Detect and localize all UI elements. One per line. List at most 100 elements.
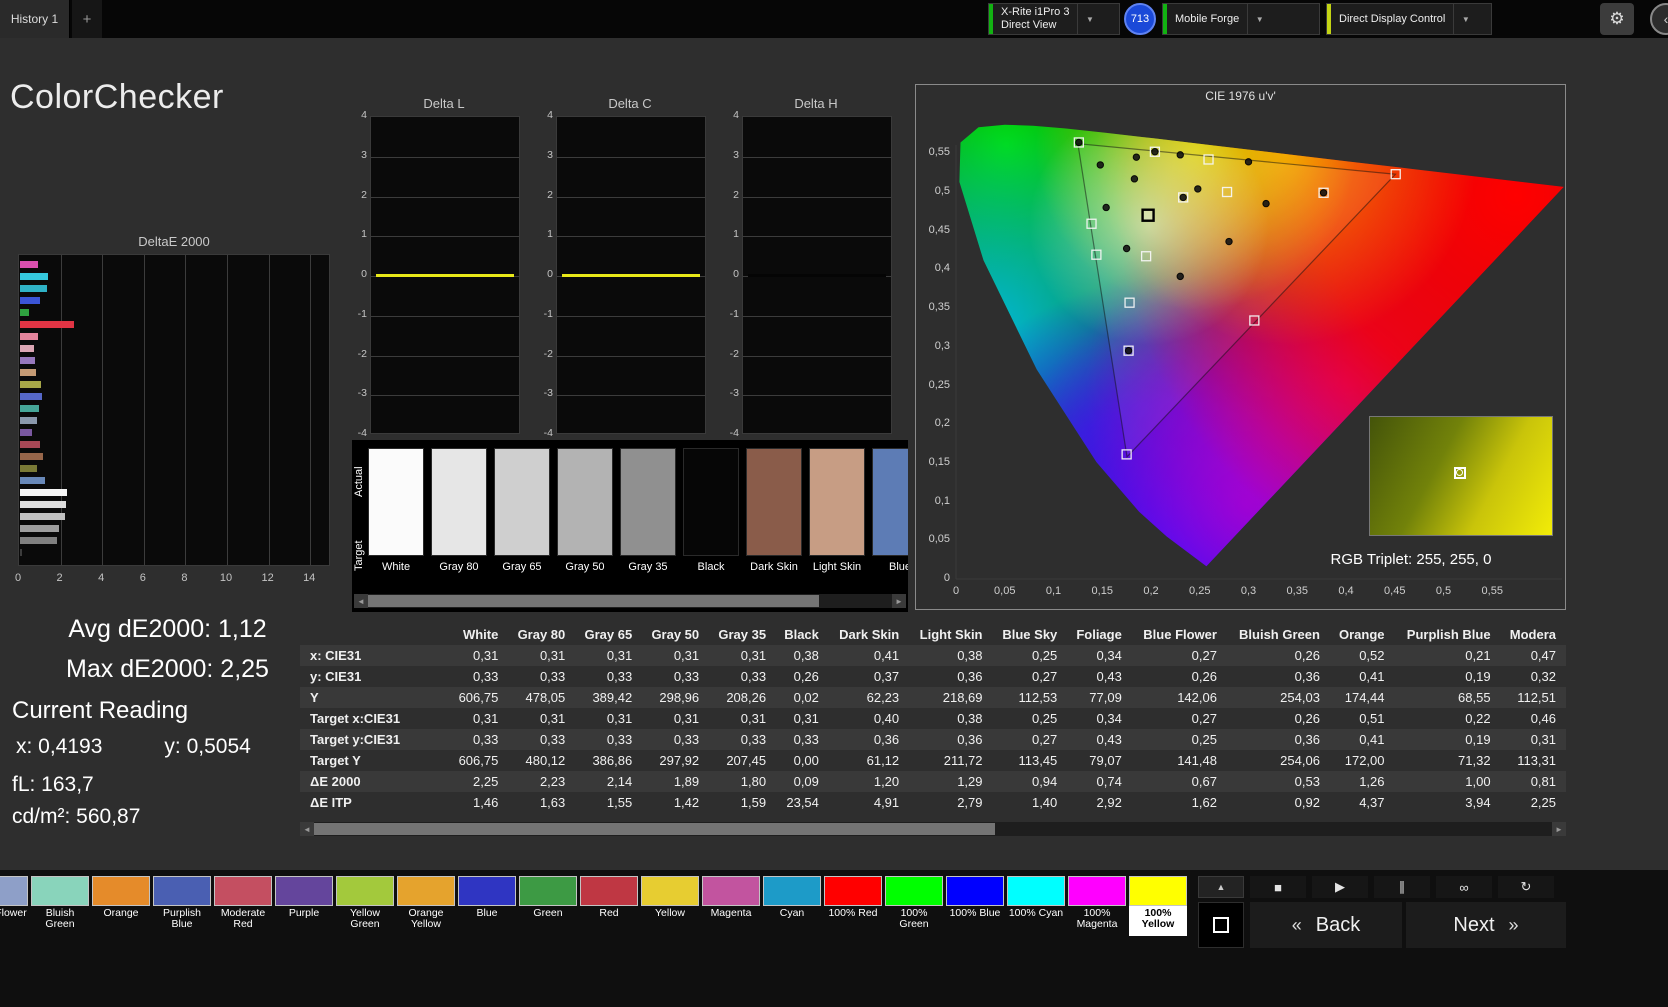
- scrollbar-thumb[interactable]: [368, 595, 819, 607]
- plus-icon: +: [82, 10, 92, 28]
- table-cell: 606,75: [458, 753, 499, 768]
- table-cell: 0,33: [673, 732, 700, 747]
- collapse-patch-bar-button[interactable]: ▲: [1198, 876, 1244, 898]
- table-cell: 480,12: [525, 753, 566, 768]
- table-cell: 0,31: [539, 648, 566, 663]
- scrollbar-track[interactable]: [314, 822, 1552, 836]
- cie-x-tick: 0,2: [1143, 585, 1159, 597]
- patch-red[interactable]: Red: [580, 876, 638, 936]
- chevron-down-icon[interactable]: ▼: [1247, 4, 1271, 34]
- settings-gear-button[interactable]: ⚙: [1600, 3, 1634, 35]
- play-button[interactable]: ▶: [1312, 876, 1368, 898]
- table-row: Target x:CIE31 0,31 0,31 0,31 0,31 0,31 0,31 0,…: [300, 708, 1566, 729]
- patch-purplish-blue[interactable]: Purplish Blue: [153, 876, 211, 936]
- table-cell: 0,36: [957, 732, 983, 747]
- table-cell: 0,92: [1294, 795, 1320, 810]
- continuous-button[interactable]: ∞: [1436, 876, 1492, 898]
- display-control-label: Direct Display Control: [1339, 12, 1446, 25]
- patch-moderate-red[interactable]: Moderate Red: [214, 876, 272, 936]
- history-tab[interactable]: History 1: [0, 0, 70, 38]
- patch-magenta[interactable]: Magenta: [702, 876, 760, 936]
- patch-cyan[interactable]: Cyan: [763, 876, 821, 936]
- patch-100-blue[interactable]: 100% Blue: [946, 876, 1004, 936]
- scroll-left-button[interactable]: ◄: [300, 822, 314, 836]
- patch-100-yellow[interactable]: 100% Yellow: [1129, 876, 1187, 936]
- swatch-blue[interactable]: Blue: [872, 448, 908, 573]
- patch-color: [275, 876, 333, 906]
- chevron-down-icon[interactable]: ▼: [1077, 4, 1101, 34]
- cie-x-tick: 0,3: [1240, 585, 1257, 597]
- deltae-bar: [20, 333, 38, 340]
- scroll-right-button[interactable]: ►: [1552, 822, 1566, 836]
- patch-100-red[interactable]: 100% Red: [824, 876, 882, 936]
- swatch-light-skin[interactable]: Light Skin: [809, 448, 865, 573]
- patch-color: [946, 876, 1004, 906]
- patch-orange-yellow[interactable]: Orange Yellow: [397, 876, 455, 936]
- table-cell: 0,31: [793, 711, 819, 726]
- chevron-down-icon[interactable]: ▼: [1453, 4, 1477, 34]
- current-x: x: 0,4193: [16, 735, 103, 758]
- delta-axis-tick: 3: [361, 148, 367, 161]
- next-button[interactable]: Next »: [1406, 902, 1566, 948]
- swatch-black[interactable]: Black: [683, 448, 739, 573]
- swatch-dark-skin[interactable]: Dark Skin: [746, 448, 802, 573]
- delta-axis-tick: 4: [361, 109, 367, 121]
- patch-yellow[interactable]: Yellow: [641, 876, 699, 936]
- table-row: y: CIE31 0,33 0,33 0,33 0,33 0,33 0,26 0,37 0,36…: [300, 666, 1566, 687]
- patch-100-green[interactable]: 100% Green: [885, 876, 943, 936]
- patch-orange[interactable]: Orange: [92, 876, 150, 936]
- table-col-purplish-blue: Purplish Blue: [1406, 627, 1491, 642]
- cie-y-tick: 0,25: [928, 378, 950, 391]
- swatch-label: Black: [697, 561, 725, 573]
- table-cell: 1,42: [673, 795, 700, 810]
- collapse-panel-button[interactable]: ‹: [1650, 3, 1668, 35]
- table-cell: 0,25: [1031, 711, 1058, 726]
- back-button[interactable]: « Back: [1250, 902, 1402, 948]
- scroll-right-button[interactable]: ►: [892, 594, 906, 608]
- scroll-left-button[interactable]: ◄: [354, 594, 368, 608]
- swatch-gray-65[interactable]: Gray 65: [494, 448, 550, 573]
- delta-axis-tick: 1: [361, 228, 367, 241]
- gridline: [557, 236, 705, 238]
- cie-x-tick: 0,5: [1435, 585, 1452, 597]
- delta-h-chart: Delta H 4 3 2 1 0 -1 -2 -3 -4: [724, 96, 892, 448]
- patch-100-magenta[interactable]: 100% Magenta: [1068, 876, 1126, 936]
- patch-100-cyan[interactable]: 100% Cyan: [1007, 876, 1065, 936]
- swatch-white[interactable]: White: [368, 448, 424, 573]
- scrollbar-thumb[interactable]: [314, 823, 995, 835]
- table-scrollbar[interactable]: ◄ ►: [300, 822, 1566, 836]
- swatch-gray-50[interactable]: Gray 50: [557, 448, 613, 573]
- deltae-bar: [20, 321, 75, 328]
- swatch-color: [368, 448, 424, 556]
- back-label: Back: [1315, 913, 1361, 936]
- workflow-dropdown[interactable]: Mobile Forge ▼: [1162, 3, 1320, 35]
- swatch-gray-35[interactable]: Gray 35: [620, 448, 676, 573]
- patch-label: Bluish Green: [45, 907, 75, 930]
- measured-marker: [1096, 161, 1105, 169]
- delta-axis-tick: -2: [357, 347, 367, 360]
- swatch-gray-80[interactable]: Gray 80: [431, 448, 487, 573]
- meter-device-dropdown[interactable]: X-Rite i1Pro 3 Direct View ▼: [988, 3, 1120, 35]
- stop-button[interactable]: ■: [1250, 876, 1306, 898]
- swatch-scrollbar[interactable]: ◄ ►: [354, 594, 906, 608]
- swatch-color: [746, 448, 802, 556]
- table-cell: 2,14: [606, 774, 633, 789]
- add-tab-button[interactable]: +: [72, 0, 102, 38]
- chevron-glyph: ▼: [1086, 14, 1094, 24]
- deltae-bar: [20, 285, 47, 292]
- patch-purple[interactable]: Purple: [275, 876, 333, 936]
- display-control-dropdown[interactable]: Direct Display Control ▼: [1326, 3, 1492, 35]
- patch-color: [0, 876, 28, 906]
- stop-pattern-button[interactable]: [1198, 902, 1244, 948]
- scrollbar-track[interactable]: [368, 594, 892, 608]
- table-cell: 0,94: [1031, 774, 1058, 789]
- patch-bluish-green[interactable]: Bluish Green: [31, 876, 89, 936]
- pause-button[interactable]: ∥: [1374, 876, 1430, 898]
- patch-yellow-green[interactable]: Yellow Green: [336, 876, 394, 936]
- loop-button[interactable]: ↻: [1498, 876, 1554, 898]
- measurement-count-badge[interactable]: 713: [1124, 3, 1156, 35]
- patch-blue[interactable]: Blue: [458, 876, 516, 936]
- patch-blue-flower[interactable]: Blue Flower: [0, 876, 28, 936]
- patch-green[interactable]: Green: [519, 876, 577, 936]
- table-cell: 0,52: [1359, 648, 1385, 663]
